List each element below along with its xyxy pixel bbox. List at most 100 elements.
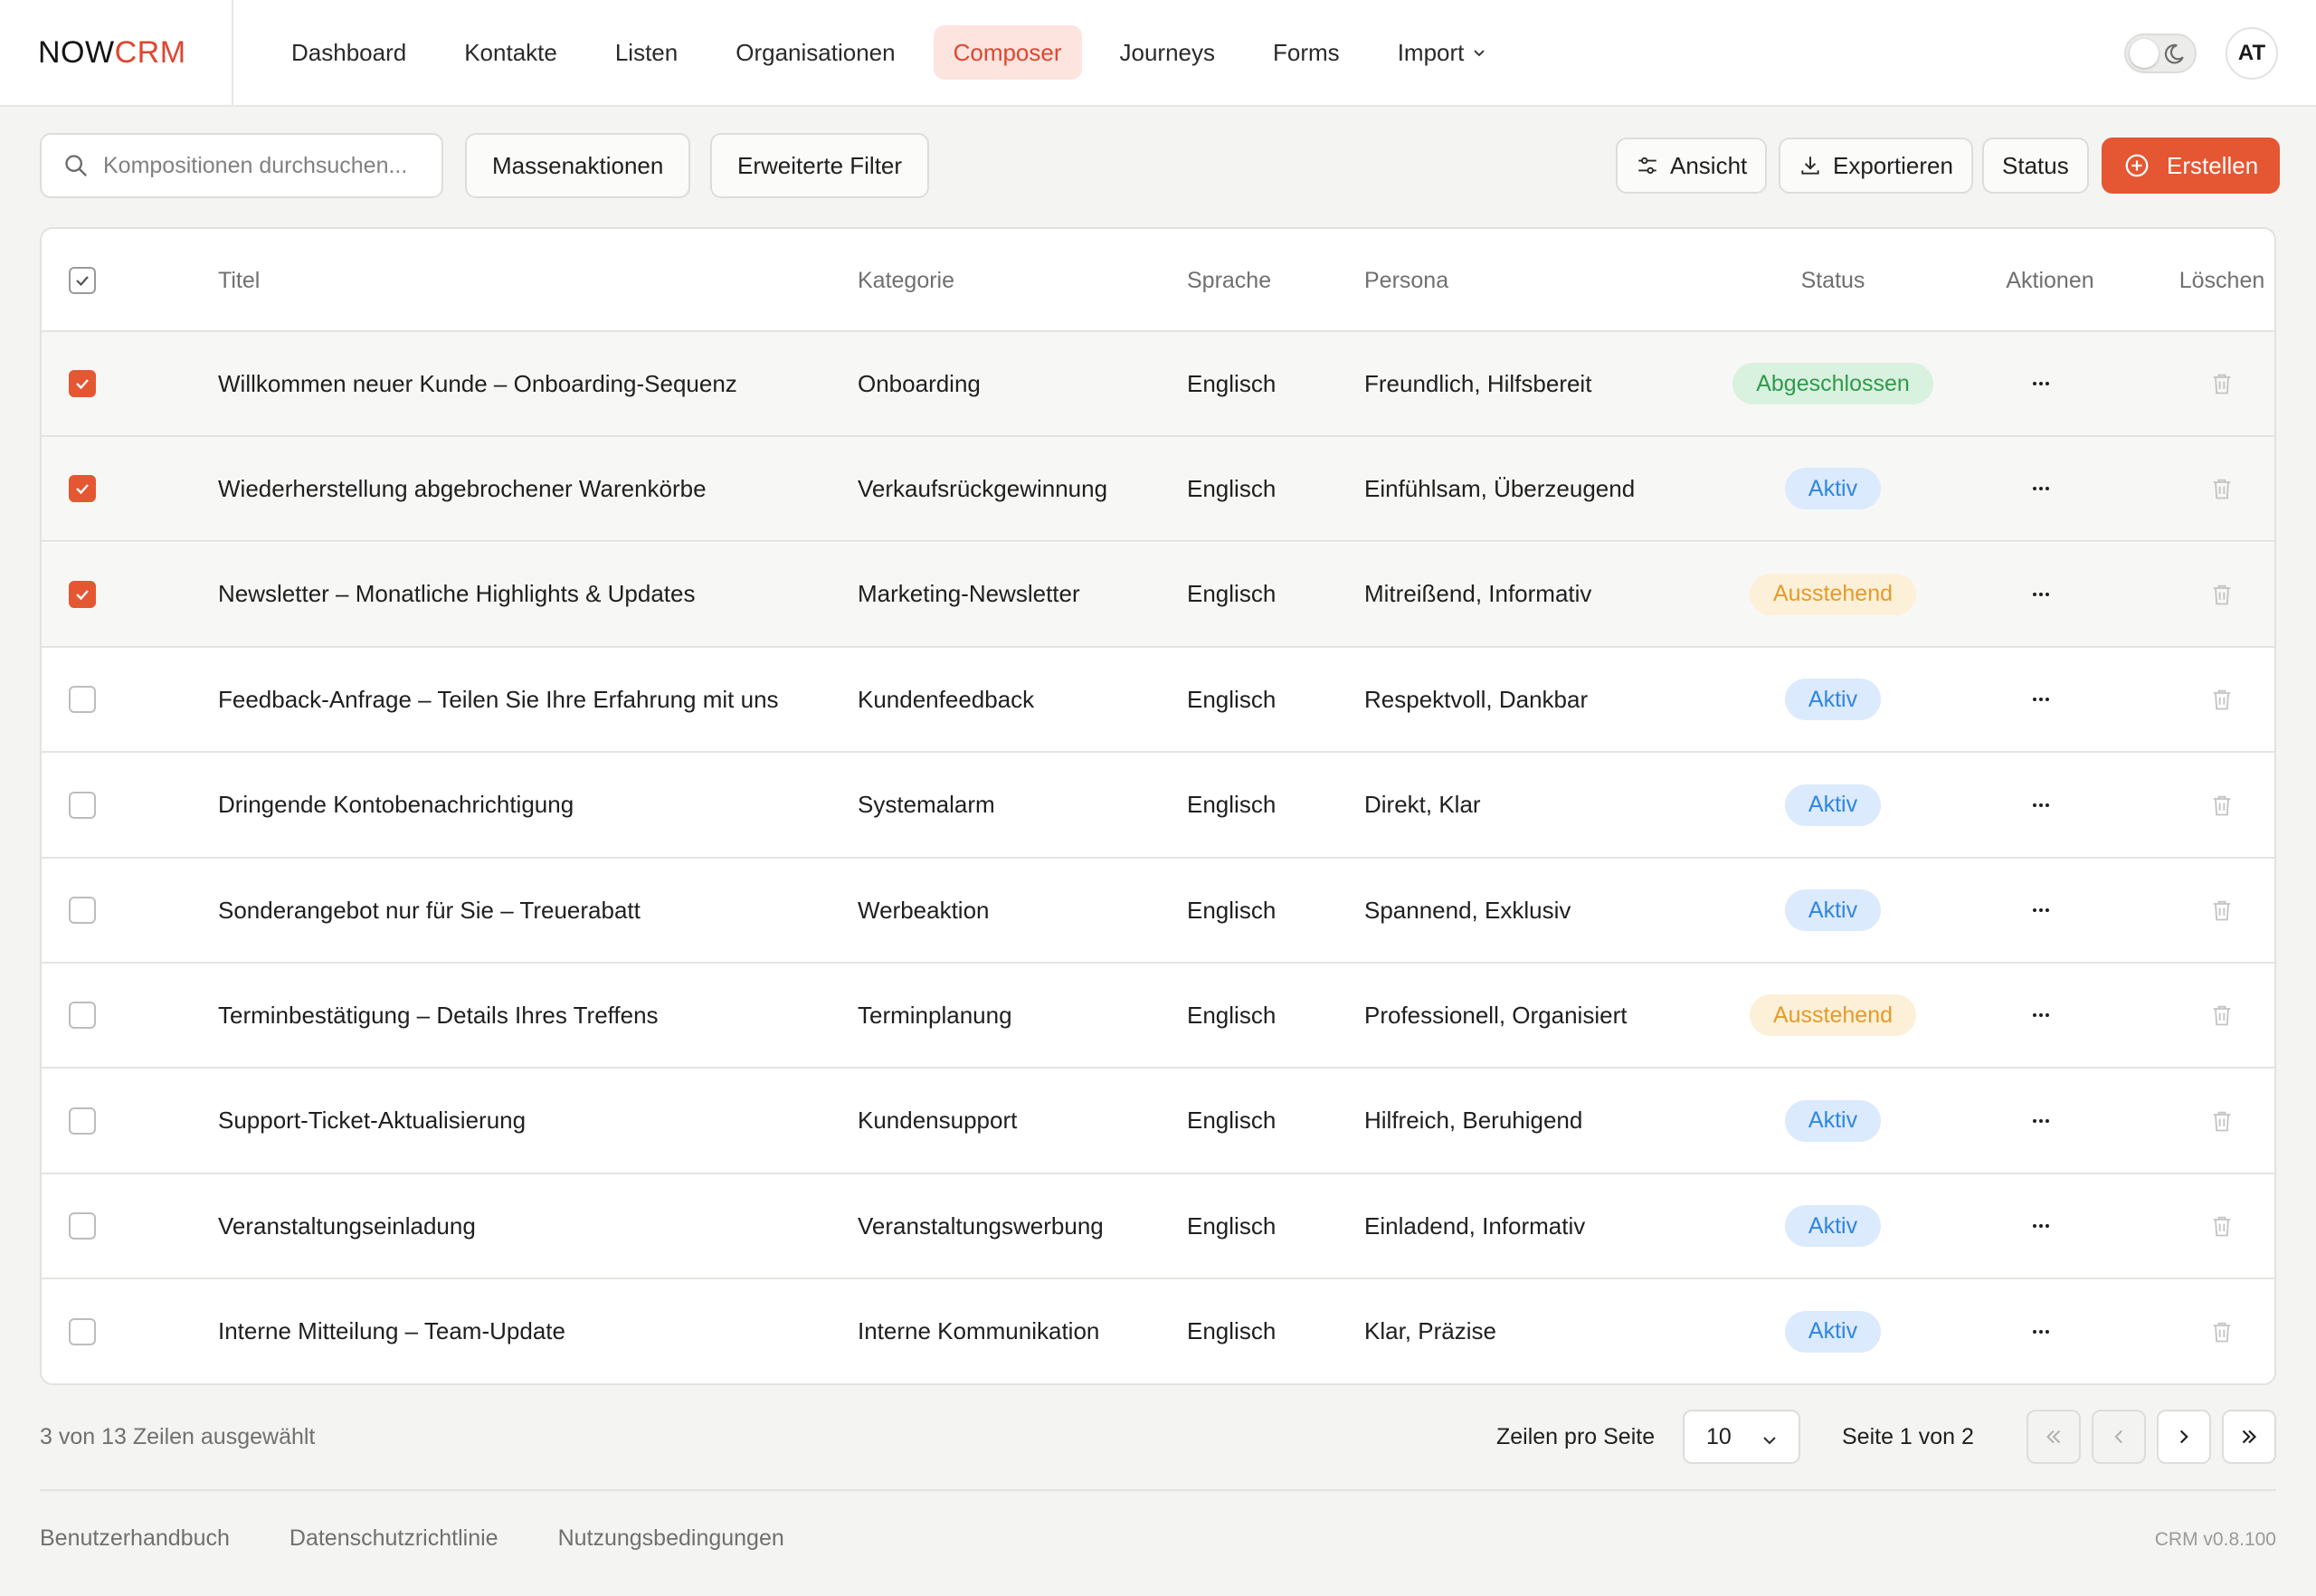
avatar[interactable]: AT — [2226, 27, 2278, 80]
status-button[interactable]: Status — [1982, 138, 2089, 194]
row-delete-button[interactable] — [2209, 476, 2235, 501]
first-page-button[interactable] — [2026, 1410, 2081, 1464]
table-row[interactable]: Veranstaltungseinladung Veranstaltungswer… — [42, 1174, 2274, 1280]
cell-title[interactable]: Terminbestätigung – Details Ihres Treffe… — [218, 964, 659, 1067]
nav-import[interactable]: Import — [1378, 25, 1506, 80]
plus-circle-icon — [2125, 154, 2149, 177]
row-delete-button[interactable] — [2209, 371, 2235, 396]
row-delete-button[interactable] — [2209, 898, 2235, 923]
row-actions-button[interactable] — [2028, 582, 2054, 607]
nav-journeys[interactable]: Journeys — [1100, 25, 1236, 80]
rows-per-page-select[interactable]: 10 — [1683, 1410, 1800, 1464]
theme-toggle[interactable] — [2124, 33, 2197, 73]
nav-composer[interactable]: Composer — [933, 25, 1082, 80]
row-delete-button[interactable] — [2209, 687, 2235, 712]
table-row[interactable]: Dringende Kontobenachrichtigung Systemala… — [42, 754, 2274, 859]
row-actions-button[interactable] — [2028, 476, 2054, 501]
nav-forms[interactable]: Forms — [1253, 25, 1360, 80]
nav-dashboard[interactable]: Dashboard — [271, 25, 426, 80]
cell-actions — [1978, 964, 2104, 1067]
row-actions-button[interactable] — [2028, 1002, 2054, 1028]
cell-title[interactable]: Sonderangebot nur für Sie – Treuerabatt — [218, 859, 641, 962]
row-actions-button[interactable] — [2028, 687, 2054, 712]
export-button[interactable]: Exportieren — [1779, 138, 1973, 194]
header-title[interactable]: Titel — [218, 229, 260, 332]
table-row[interactable]: Sonderangebot nur für Sie – Treuerabatt W… — [42, 859, 2274, 964]
row-checkbox[interactable] — [69, 686, 96, 714]
last-page-button[interactable] — [2222, 1410, 2276, 1464]
nav-listen[interactable]: Listen — [595, 25, 698, 80]
row-checkbox[interactable] — [69, 897, 96, 924]
row-actions-button[interactable] — [2028, 793, 2054, 818]
row-checkbox[interactable] — [69, 1212, 96, 1240]
row-delete-button[interactable] — [2209, 1213, 2235, 1239]
status-badge: Aktiv — [1784, 784, 1882, 826]
header-category[interactable]: Kategorie — [858, 229, 954, 332]
view-button[interactable]: Ansicht — [1616, 138, 1768, 194]
cell-title[interactable]: Dringende Kontobenachrichtigung — [218, 754, 574, 857]
cell-title[interactable]: Willkommen neuer Kunde – Onboarding-Sequ… — [218, 332, 737, 435]
cell-language: Englisch — [1187, 1211, 1277, 1240]
row-delete-button[interactable] — [2209, 1319, 2235, 1344]
row-delete-button[interactable] — [2209, 793, 2235, 818]
cell-persona: Freundlich, Hilfsbereit — [1364, 369, 1592, 397]
bulk-actions-button[interactable]: Massenaktionen — [465, 133, 691, 198]
table-row[interactable]: Terminbestätigung – Details Ihres Treffe… — [42, 964, 2274, 1069]
footer-link-user-guide[interactable]: Benutzerhandbuch — [40, 1525, 230, 1552]
table-row[interactable]: Interne Mitteilung – Team-Update Interne … — [42, 1280, 2274, 1383]
nav-label: Import — [1397, 38, 1465, 66]
row-checkbox[interactable] — [69, 1002, 96, 1030]
chevrons-right-icon — [2242, 1430, 2257, 1444]
cell-language: Englisch — [1187, 1001, 1277, 1029]
row-actions-button[interactable] — [2028, 898, 2054, 923]
cell-title[interactable]: Newsletter – Monatliche Highlights & Upd… — [218, 543, 695, 646]
row-checkbox[interactable] — [69, 791, 96, 819]
table-row[interactable]: Support-Ticket-Aktualisierung Kundensuppo… — [42, 1069, 2274, 1174]
header-language[interactable]: Sprache — [1187, 229, 1271, 332]
prev-page-button[interactable] — [2092, 1410, 2146, 1464]
row-select-cell — [69, 1069, 96, 1173]
table-row[interactable]: Feedback-Anfrage – Teilen Sie Ihre Erfah… — [42, 648, 2274, 754]
cell-delete — [2159, 543, 2274, 646]
row-delete-button[interactable] — [2209, 582, 2235, 607]
cell-title[interactable]: Wiederherstellung abgebrochener Warenkör… — [218, 437, 707, 540]
more-horizontal-icon — [2033, 1329, 2049, 1334]
create-button[interactable]: Erstellen — [2102, 138, 2281, 194]
cell-language: Englisch — [1187, 685, 1277, 713]
cell-language: Englisch — [1187, 791, 1277, 819]
row-checkbox[interactable] — [69, 1107, 96, 1135]
top-header: NOW CRM Dashboard Kontakte Listen Organis… — [0, 0, 2316, 107]
search-box[interactable] — [40, 133, 443, 198]
row-checkbox[interactable] — [69, 475, 96, 503]
row-checkbox[interactable] — [69, 580, 96, 608]
select-all-checkbox[interactable] — [69, 267, 96, 294]
nav-kontakte[interactable]: Kontakte — [444, 25, 577, 80]
row-actions-button[interactable] — [2028, 371, 2054, 396]
cell-title[interactable]: Feedback-Anfrage – Teilen Sie Ihre Erfah… — [218, 648, 779, 751]
next-page-button[interactable] — [2157, 1410, 2211, 1464]
cell-title[interactable]: Interne Mitteilung – Team-Update — [218, 1280, 565, 1383]
nav-organisationen[interactable]: Organisationen — [716, 25, 915, 80]
header-actions: Aktionen — [2006, 267, 2094, 293]
row-actions-button[interactable] — [2028, 1319, 2054, 1344]
table-row[interactable]: Newsletter – Monatliche Highlights & Upd… — [42, 542, 2274, 648]
row-actions-button[interactable] — [2028, 1108, 2054, 1134]
trash-icon — [2213, 480, 2231, 499]
table-row[interactable]: Wiederherstellung abgebrochener Warenkör… — [42, 437, 2274, 543]
row-checkbox[interactable] — [69, 1317, 96, 1345]
row-delete-button[interactable] — [2209, 1108, 2235, 1134]
logo[interactable]: NOW CRM — [0, 0, 233, 105]
cell-title[interactable]: Support-Ticket-Aktualisierung — [218, 1069, 526, 1173]
header-persona[interactable]: Persona — [1364, 229, 1448, 332]
footer-link-privacy[interactable]: Datenschutzrichtlinie — [290, 1525, 498, 1552]
search-input[interactable] — [103, 152, 429, 179]
footer-link-terms[interactable]: Nutzungsbedingungen — [558, 1525, 784, 1552]
row-checkbox[interactable] — [69, 370, 96, 397]
button-label: Erweiterte Filter — [737, 151, 903, 179]
row-actions-button[interactable] — [2028, 1213, 2054, 1239]
header-status[interactable]: Status — [1697, 229, 1969, 332]
table-row[interactable]: Willkommen neuer Kunde – Onboarding-Sequ… — [42, 332, 2274, 437]
advanced-filters-button[interactable]: Erweiterte Filter — [710, 133, 930, 198]
cell-title[interactable]: Veranstaltungseinladung — [218, 1174, 476, 1278]
row-delete-button[interactable] — [2209, 1002, 2235, 1028]
